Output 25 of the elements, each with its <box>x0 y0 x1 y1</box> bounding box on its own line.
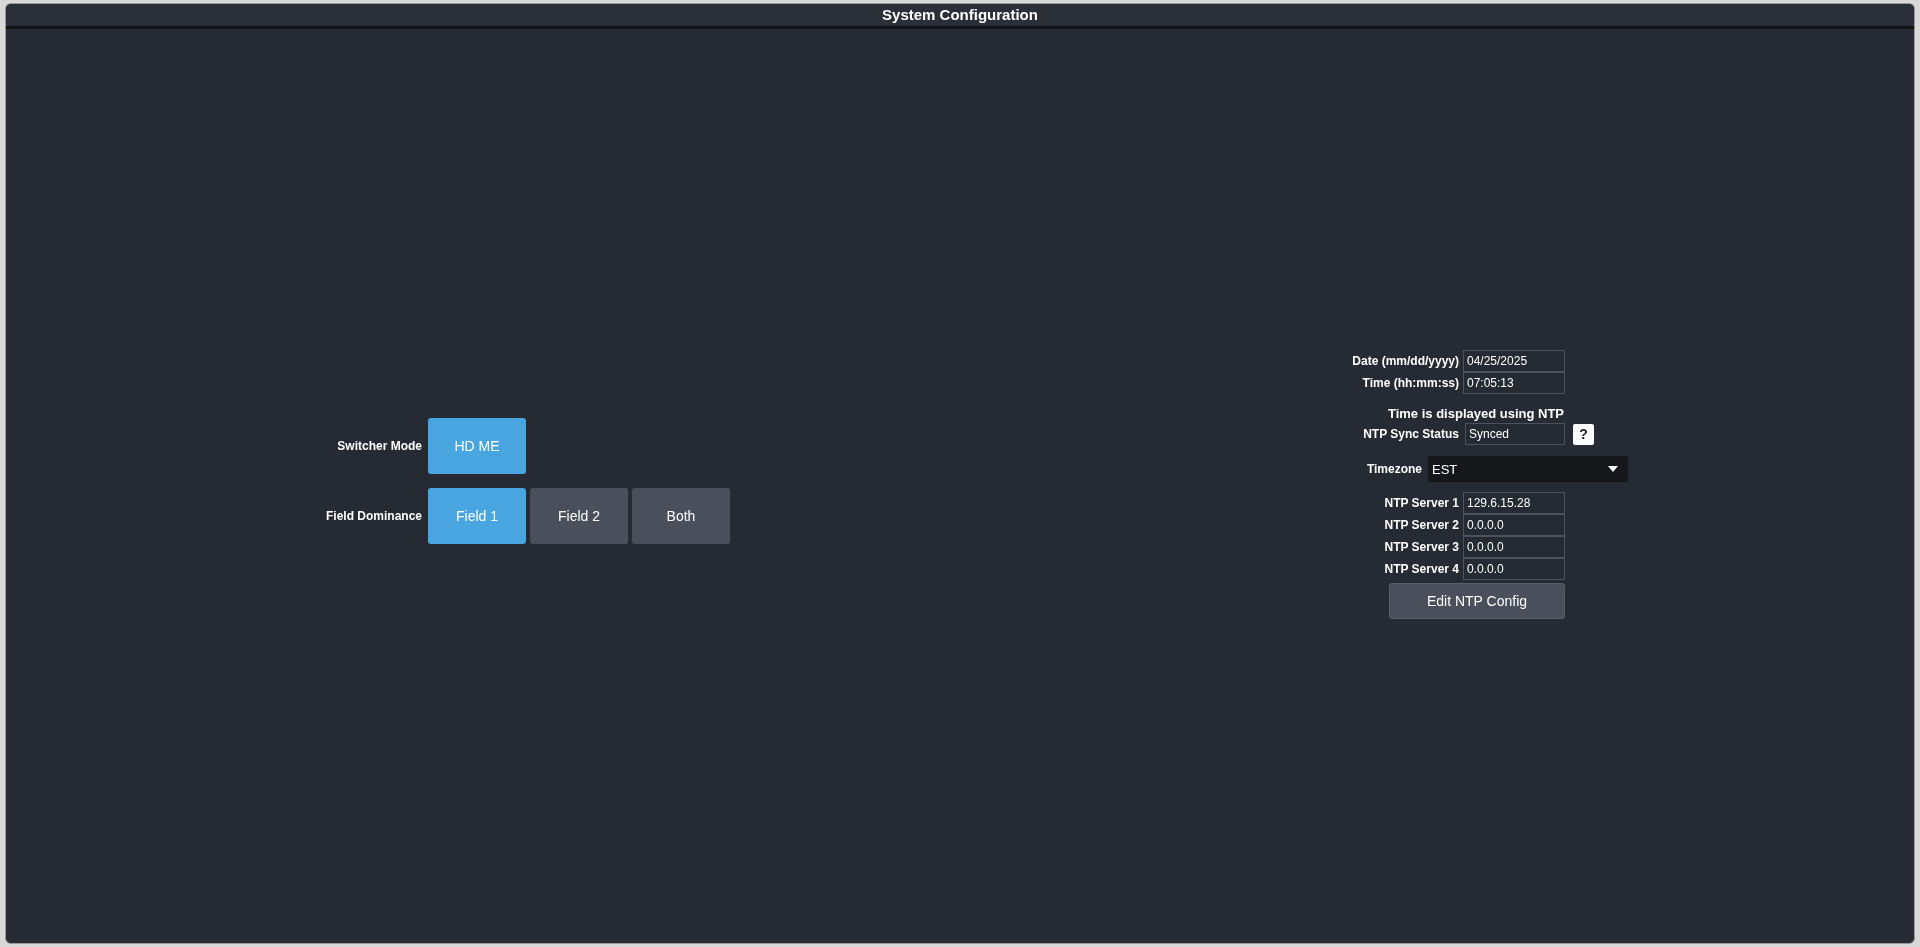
field-label: Field Dominance <box>324 509 422 523</box>
window-title: System Configuration <box>6 4 1914 29</box>
help-button[interactable]: ? <box>1573 423 1594 445</box>
field-label: NTP Server 4 <box>1383 562 1459 576</box>
field-label: NTP Server 2 <box>1383 518 1459 532</box>
ntp-note: Time is displayed using NTP <box>1387 406 1565 421</box>
input-field[interactable]: 129.6.15.28 <box>1463 492 1565 514</box>
edit-ntp-button[interactable]: Edit NTP Config <box>1389 583 1565 619</box>
option-button[interactable]: Field 2 <box>530 488 628 544</box>
input-field[interactable]: 04/25/2025 <box>1463 350 1565 372</box>
field-label: Time (hh:mm:ss) <box>1361 376 1459 390</box>
input-field[interactable]: 07:05:13 <box>1463 372 1565 394</box>
field-label: NTP Sync Status <box>1362 427 1459 441</box>
input-field[interactable]: Synced <box>1465 423 1565 445</box>
field-label: NTP Server 3 <box>1383 540 1459 554</box>
input-field[interactable]: 0.0.0.0 <box>1463 558 1565 580</box>
field-label: Timezone <box>1365 462 1422 476</box>
input-field[interactable]: 0.0.0.0 <box>1463 536 1565 558</box>
field-label: NTP Server 1 <box>1383 496 1459 510</box>
timezone-dropdown[interactable]: EST <box>1428 456 1628 482</box>
caret-icon <box>1608 466 1618 472</box>
input-field[interactable]: 0.0.0.0 <box>1463 514 1565 536</box>
field-label: Switcher Mode <box>336 439 422 453</box>
field-label: Date (mm/dd/yyyy) <box>1351 354 1459 368</box>
option-button[interactable]: Both <box>632 488 730 544</box>
